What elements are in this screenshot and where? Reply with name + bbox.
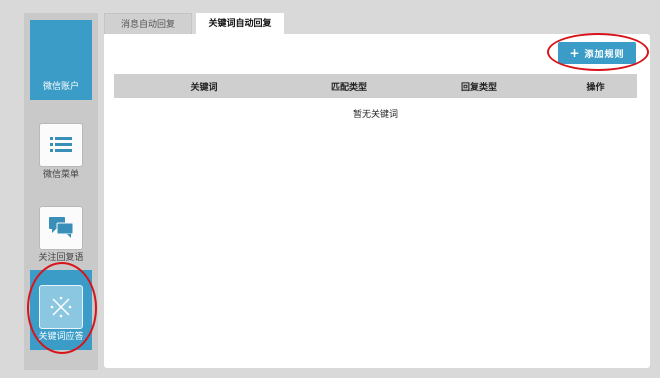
column-header-actions: 操作	[586, 82, 605, 93]
sidebar-item-follow-reply[interactable]: 关注回复语	[30, 191, 92, 271]
sidebar-item-label: 微信账户	[42, 82, 79, 92]
sidebar-item-wechat-account[interactable]: 微信账户	[30, 20, 92, 100]
main-panel: + 添加规则 关键词 匹配类型 回复类型 操作 暂无关键词	[104, 34, 650, 368]
tab-message-auto-reply[interactable]: 消息自动回复	[104, 13, 192, 35]
keyword-table: 关键词 匹配类型 回复类型 操作 暂无关键词	[114, 74, 637, 120]
highlight-ring-keyword-reply	[27, 262, 97, 354]
sidebar-item-label: 微信菜单	[42, 170, 79, 180]
list-menu-icon	[39, 123, 83, 167]
sidebar-item-wechat-menu[interactable]: 微信菜单	[30, 108, 92, 188]
column-header-keyword: 关键词	[190, 82, 218, 93]
tab-keyword-auto-reply[interactable]: 关键词自动回复	[196, 13, 284, 35]
chat-bubbles-icon	[39, 206, 83, 250]
column-header-match-type: 匹配类型	[330, 82, 367, 93]
empty-state-text: 暂无关键词	[352, 110, 398, 120]
highlight-ring-add-button	[547, 33, 649, 71]
column-header-reply-type: 回复类型	[460, 82, 497, 93]
table-header: 关键词 匹配类型 回复类型 操作	[114, 74, 637, 98]
